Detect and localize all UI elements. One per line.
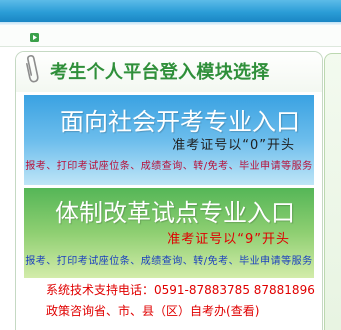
entry-title: 体制改革试点专业入口: [55, 199, 295, 227]
entry-title: 面向社会开考专业入口: [60, 108, 300, 136]
policy-consult-text: 政策咨询省、市、县（区）自考办: [46, 304, 227, 318]
view-link[interactable]: (查看): [226, 304, 259, 318]
entry-services: 报考、打印考试座位条、成绩查询、转/免考、毕业申请等服务: [25, 256, 313, 267]
green-arrow-icon[interactable]: [30, 33, 39, 42]
side-panel: [324, 53, 341, 330]
entry-services: 报考、打印考试座位条、成绩查询、转/免考、毕业申请等服务: [25, 161, 313, 172]
nav-bar: [0, 25, 341, 47]
support-phone-text: 系统技术支持电话：0591-87883785 87881896: [46, 283, 315, 297]
reform-pilot-entry-button[interactable]: 体制改革试点专业入口 准考证号以“9”开头 报考、打印考试座位条、成绩查询、转/…: [24, 188, 314, 278]
policy-consult-line: 政策咨询省、市、县（区）自考办(查看): [46, 303, 259, 319]
paperclip-icon: [21, 53, 41, 85]
top-banner: [0, 0, 341, 22]
entry-note: 准考证号以“9”开头: [167, 232, 290, 247]
panel-title: 考生个人平台登入模块选择: [50, 62, 270, 83]
entry-note: 准考证号以“0”开头: [172, 138, 295, 153]
social-exam-entry-button[interactable]: 面向社会开考专业入口 准考证号以“0”开头 报考、打印考试座位条、成绩查询、转/…: [24, 95, 314, 185]
